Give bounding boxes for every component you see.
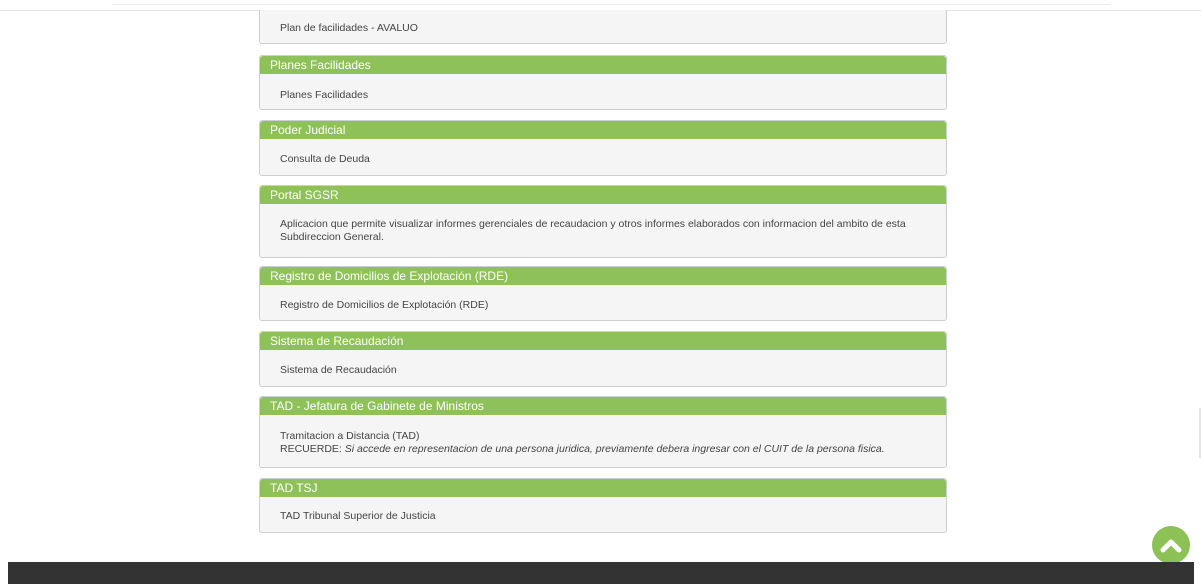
- panel-link[interactable]: Tramitacion a Distancia (TAD): [280, 430, 926, 443]
- panel-title: Portal SGSR: [270, 188, 339, 202]
- panel-header: Registro de Domicilios de Explotación (R…: [260, 267, 946, 285]
- panel-body[interactable]: Aplicacion que permite visualizar inform…: [260, 204, 946, 257]
- panel-header: TAD TSJ: [260, 479, 946, 497]
- panel-title: Planes Facilidades: [270, 58, 371, 72]
- page: Plan de facilidades - AVALUO Planes Faci…: [0, 0, 1201, 584]
- page-footer: [8, 562, 1194, 584]
- panel-header: Planes Facilidades: [260, 56, 946, 74]
- panel-plan-facilidades-avaluo: Plan de facilidades - AVALUO: [259, 10, 947, 44]
- panel-sistema-recaudacion: Sistema de Recaudación Sistema de Recaud…: [259, 331, 947, 387]
- panel-title: Registro de Domicilios de Explotación (R…: [270, 269, 509, 283]
- panel-title: Poder Judicial: [270, 123, 346, 137]
- panel-body[interactable]: Consulta de Deuda: [260, 139, 946, 175]
- top-divider-faint: [112, 4, 1110, 5]
- panel-header: Sistema de Recaudación: [260, 332, 946, 350]
- panel-link[interactable]: Sistema de Recaudación: [280, 364, 397, 376]
- panel-header: Poder Judicial: [260, 121, 946, 139]
- panel-body[interactable]: Registro de Domicilios de Explotación (R…: [260, 285, 946, 320]
- panel-link[interactable]: Registro de Domicilios de Explotación (R…: [280, 299, 488, 311]
- panel-body[interactable]: Sistema de Recaudación: [260, 350, 946, 386]
- panel-planes-facilidades: Planes Facilidades Planes Facilidades: [259, 55, 947, 110]
- panel-body[interactable]: TAD Tribunal Superior de Justicia: [260, 497, 946, 532]
- panel-link[interactable]: Consulta de Deuda: [280, 153, 370, 165]
- chevron-up-icon: [1160, 539, 1182, 553]
- note-label: RECUERDE:: [280, 443, 342, 455]
- panel-link[interactable]: Planes Facilidades: [280, 89, 368, 101]
- panel-header: Portal SGSR: [260, 186, 946, 204]
- panel-body: Plan de facilidades - AVALUO: [260, 10, 946, 43]
- scroll-to-top-button[interactable]: [1152, 526, 1190, 564]
- panel-body-text: Plan de facilidades - AVALUO: [280, 22, 418, 34]
- panel-poder-judicial: Poder Judicial Consulta de Deuda: [259, 120, 947, 176]
- panel-title: TAD TSJ: [270, 481, 318, 495]
- panel-tad-jefatura: TAD - Jefatura de Gabinete de Ministros …: [259, 396, 947, 468]
- panel-tad-tsj: TAD TSJ TAD Tribunal Superior de Justici…: [259, 478, 947, 533]
- panel-note: RECUERDE: Si accede en representacion de…: [280, 443, 926, 456]
- panel-body[interactable]: Planes Facilidades: [260, 74, 946, 109]
- panel-title: TAD - Jefatura de Gabinete de Ministros: [270, 399, 484, 413]
- panel-link[interactable]: TAD Tribunal Superior de Justicia: [280, 510, 436, 522]
- panel-link[interactable]: Aplicacion que permite visualizar inform…: [280, 218, 906, 243]
- panel-portal-sgsr: Portal SGSR Aplicacion que permite visua…: [259, 185, 947, 258]
- panel-body[interactable]: Tramitacion a Distancia (TAD) RECUERDE: …: [260, 415, 946, 467]
- panel-title: Sistema de Recaudación: [270, 334, 404, 348]
- panel-header: TAD - Jefatura de Gabinete de Ministros: [260, 397, 946, 415]
- note-text: Si accede en representacion de una perso…: [344, 443, 885, 455]
- panel-registro-domicilios: Registro de Domicilios de Explotación (R…: [259, 266, 947, 321]
